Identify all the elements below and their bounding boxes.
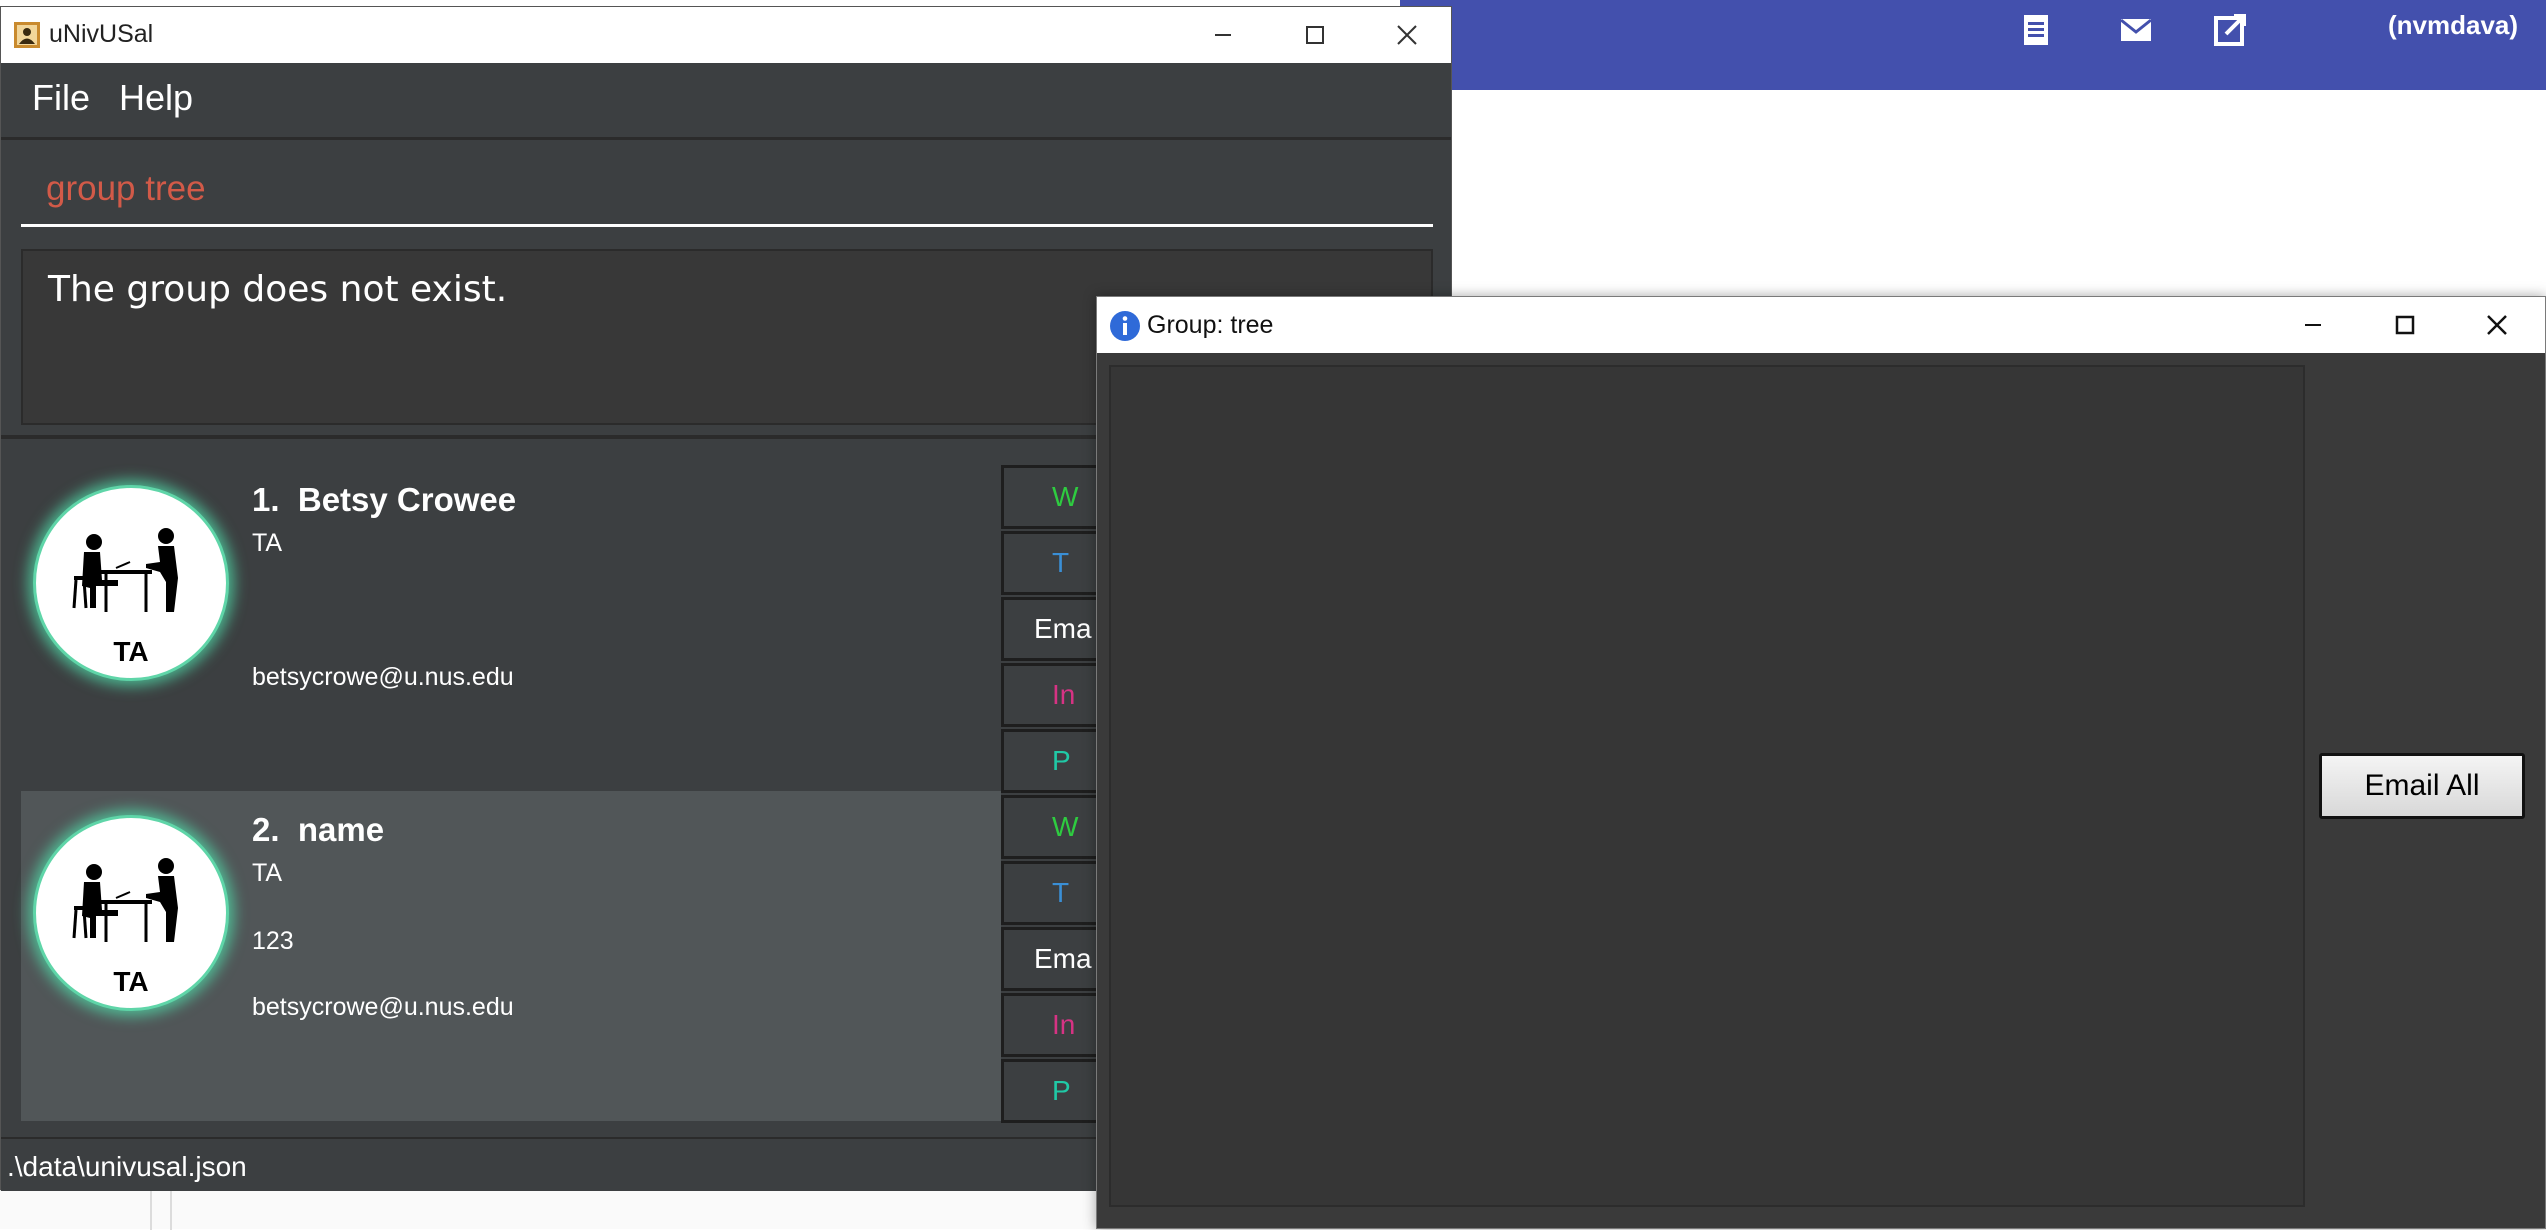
command-input-text: group tree bbox=[46, 169, 206, 208]
minimize-icon[interactable] bbox=[1201, 15, 1245, 55]
contact-role: TA bbox=[252, 859, 283, 887]
group-window-title: Group: tree bbox=[1147, 311, 1274, 339]
maximize-icon[interactable] bbox=[1293, 15, 1337, 55]
menu-bar: File Help bbox=[1, 63, 1451, 137]
close-icon[interactable] bbox=[2475, 305, 2519, 345]
menu-help[interactable]: Help bbox=[119, 77, 193, 119]
command-input[interactable]: group tree bbox=[21, 157, 1433, 227]
close-icon[interactable] bbox=[1385, 15, 1429, 55]
ta-desk-icon bbox=[72, 528, 178, 612]
contact-phone: 123 bbox=[252, 927, 294, 955]
contact-email: betsycrowe@u.nus.edu bbox=[252, 663, 514, 691]
email-all-button[interactable]: Email All bbox=[2319, 753, 2525, 819]
main-titlebar[interactable]: uNivUSal bbox=[1, 7, 1451, 63]
avatar: TA bbox=[33, 485, 229, 681]
main-window-title: uNivUSal bbox=[49, 20, 154, 48]
group-titlebar[interactable]: Group: tree bbox=[1097, 297, 2545, 353]
avatar-label: TA bbox=[113, 636, 149, 667]
mail-icon[interactable] bbox=[2118, 12, 2154, 48]
avatar-label: TA bbox=[113, 966, 149, 997]
group-members-panel[interactable] bbox=[1109, 365, 2305, 1207]
contact-name: 2. name bbox=[252, 811, 385, 848]
browser-header: (nvmdava) bbox=[1400, 0, 2546, 90]
receipt-icon[interactable] bbox=[2018, 12, 2054, 48]
info-icon bbox=[1110, 311, 1140, 341]
divider bbox=[1, 137, 1451, 140]
address-book-icon bbox=[14, 22, 40, 48]
result-text: The group does not exist. bbox=[48, 269, 508, 310]
background-editor-strip bbox=[0, 1190, 1100, 1230]
ta-desk-icon bbox=[72, 858, 178, 942]
contact-role: TA bbox=[252, 529, 283, 557]
user-label[interactable]: (nvmdava) bbox=[2388, 10, 2518, 41]
file-path: .\data\univusal.json bbox=[7, 1151, 247, 1182]
open-external-icon[interactable] bbox=[2212, 12, 2248, 48]
contact-name: 1. Betsy Crowee bbox=[252, 481, 517, 518]
group-window: Group: tree Email All bbox=[1096, 296, 2546, 1229]
contact-card[interactable]: TA 1. Betsy Crowee TA betsycrowe@u.nus.e… bbox=[21, 461, 1001, 791]
contact-card[interactable]: TA 2. name TA 123 betsycrowe@u.nus.edu bbox=[21, 791, 1001, 1121]
contact-email: betsycrowe@u.nus.edu bbox=[252, 993, 514, 1021]
avatar: TA bbox=[33, 815, 229, 1011]
menu-file[interactable]: File bbox=[32, 77, 90, 119]
minimize-icon[interactable] bbox=[2291, 305, 2335, 345]
maximize-icon[interactable] bbox=[2383, 305, 2427, 345]
expand-icon[interactable] bbox=[2536, 12, 2546, 48]
